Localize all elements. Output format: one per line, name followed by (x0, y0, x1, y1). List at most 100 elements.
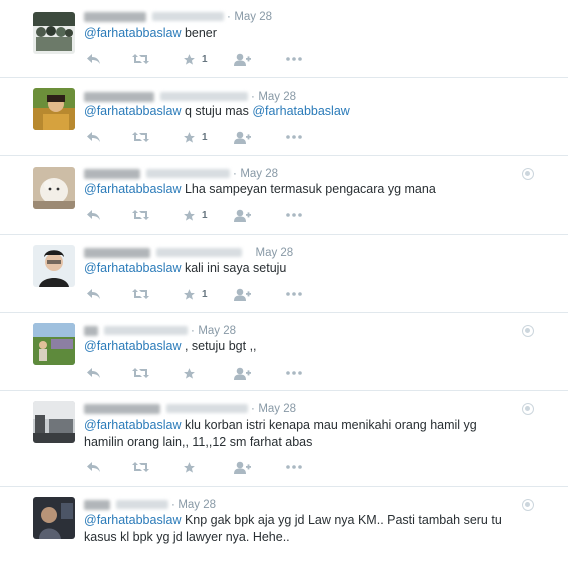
star-icon (184, 461, 195, 473)
more-button[interactable] (286, 51, 302, 67)
tweet-options-icon[interactable] (522, 403, 534, 415)
tweet-header: · May 28 (84, 88, 296, 104)
tweet-timestamp[interactable]: May 28 (258, 91, 296, 103)
reply-button[interactable] (86, 51, 101, 67)
follow-button[interactable] (234, 129, 251, 145)
avatar[interactable] (33, 167, 75, 209)
tweet-timestamp[interactable]: May 28 (198, 325, 236, 337)
favorite-count: 1 (202, 288, 208, 300)
tweet-timestamp[interactable]: May 28 (234, 11, 272, 23)
follow-button[interactable] (234, 459, 251, 475)
more-button[interactable] (286, 365, 302, 381)
reply-icon (87, 132, 100, 142)
more-button[interactable] (286, 129, 302, 145)
tweet-text: @farhatabbaslaw Knp gak bpk aja yg jd La… (84, 513, 502, 544)
mention-link[interactable]: @farhatabbaslaw (84, 261, 181, 275)
follow-button[interactable] (234, 51, 251, 67)
avatar[interactable] (33, 88, 75, 130)
follow-button[interactable] (234, 286, 251, 302)
favorite-button[interactable]: 1 (183, 51, 208, 67)
mention-link[interactable]: @farhatabbaslaw (84, 104, 181, 118)
retweet-button[interactable] (132, 129, 149, 145)
tweet[interactable]: May 28 @farhatabbaslaw kali ini saya set… (0, 235, 568, 313)
mention-link[interactable]: @farhatabbaslaw (84, 26, 181, 40)
tweet-options-icon[interactable] (522, 325, 534, 337)
tweet-timestamp[interactable]: May 28 (178, 499, 216, 511)
user-fullname[interactable] (84, 325, 98, 336)
follow-icon (234, 288, 251, 301)
user-fullname[interactable] (84, 499, 110, 510)
tweet-timestamp[interactable]: May 28 (258, 403, 296, 415)
reply-button[interactable] (86, 365, 101, 381)
tweet[interactable]: · May 28 @farhatabbaslaw Knp gak bpk aja… (0, 487, 568, 577)
more-button[interactable] (286, 286, 302, 302)
reply-button[interactable] (86, 286, 101, 302)
mention-link[interactable]: @farhatabbaslaw (252, 104, 349, 118)
user-handle[interactable] (152, 12, 224, 22)
more-icon (286, 57, 302, 61)
avatar[interactable] (33, 323, 75, 365)
reply-button[interactable] (86, 207, 101, 223)
favorite-button[interactable] (183, 365, 202, 381)
mention-link[interactable]: @farhatabbaslaw (84, 513, 181, 527)
avatar[interactable] (33, 12, 75, 54)
user-fullname[interactable] (84, 91, 154, 102)
avatar[interactable] (33, 245, 75, 287)
favorite-count: 1 (202, 53, 208, 65)
tweet-actions (86, 365, 326, 381)
star-icon (184, 367, 195, 379)
favorite-button[interactable]: 1 (183, 207, 208, 223)
user-handle[interactable] (104, 326, 188, 336)
mention-link[interactable]: @farhatabbaslaw (84, 418, 181, 432)
more-button[interactable] (286, 207, 302, 223)
reply-button[interactable] (86, 129, 101, 145)
follow-icon (234, 209, 251, 222)
mention-link[interactable]: @farhatabbaslaw (84, 182, 181, 196)
user-fullname[interactable] (84, 11, 146, 22)
follow-button[interactable] (234, 207, 251, 223)
favorite-button[interactable]: 1 (183, 129, 208, 145)
favorite-count: 1 (202, 209, 208, 221)
retweet-button[interactable] (132, 459, 149, 475)
avatar[interactable] (33, 401, 75, 443)
tweet-timestamp[interactable]: May 28 (240, 168, 278, 180)
more-icon (286, 465, 302, 469)
user-fullname[interactable] (84, 247, 150, 258)
tweet-options-icon[interactable] (522, 168, 534, 180)
avatar[interactable] (33, 497, 75, 539)
follow-button[interactable] (234, 365, 251, 381)
tweet-actions: 1 (86, 286, 326, 302)
user-handle[interactable] (116, 500, 168, 510)
retweet-button[interactable] (132, 365, 149, 381)
retweet-icon (132, 368, 149, 378)
reply-button[interactable] (86, 459, 101, 475)
tweet[interactable]: · May 28 @farhatabbaslaw Lha sampeyan te… (0, 156, 568, 235)
more-icon (286, 135, 302, 139)
tweet-text: @farhatabbaslaw kali ini saya setuju (84, 261, 287, 275)
user-handle[interactable] (160, 92, 248, 102)
tweet[interactable]: · May 28 @farhatabbaslaw klu korban istr… (0, 391, 568, 487)
retweet-button[interactable] (132, 286, 149, 302)
tweet-header: · May 28 (84, 400, 296, 416)
more-button[interactable] (286, 459, 302, 475)
tweet-actions: 1 (86, 129, 326, 145)
tweet[interactable]: · May 28 @farhatabbaslaw bener 1 (0, 0, 568, 78)
tweet-timestamp[interactable]: May 28 (255, 247, 293, 259)
reply-icon (87, 462, 100, 472)
user-handle[interactable] (146, 169, 230, 179)
tweet-options-icon[interactable] (522, 499, 534, 511)
retweet-icon (132, 54, 149, 64)
tweet-text: @farhatabbaslaw bener (84, 26, 217, 40)
user-handle[interactable] (156, 248, 242, 258)
favorite-button[interactable]: 1 (183, 286, 208, 302)
user-fullname[interactable] (84, 168, 140, 179)
retweet-button[interactable] (132, 207, 149, 223)
favorite-button[interactable] (183, 459, 202, 475)
user-handle[interactable] (166, 404, 248, 414)
mention-link[interactable]: @farhatabbaslaw (84, 339, 181, 353)
user-fullname[interactable] (84, 403, 160, 414)
tweet[interactable]: · May 28 @farhatabbaslaw , setuju bgt ,, (0, 313, 568, 391)
tweet[interactable]: · May 28 @farhatabbaslaw q stuju mas @fa… (0, 78, 568, 156)
retweet-button[interactable] (132, 51, 149, 67)
retweet-icon (132, 462, 149, 472)
